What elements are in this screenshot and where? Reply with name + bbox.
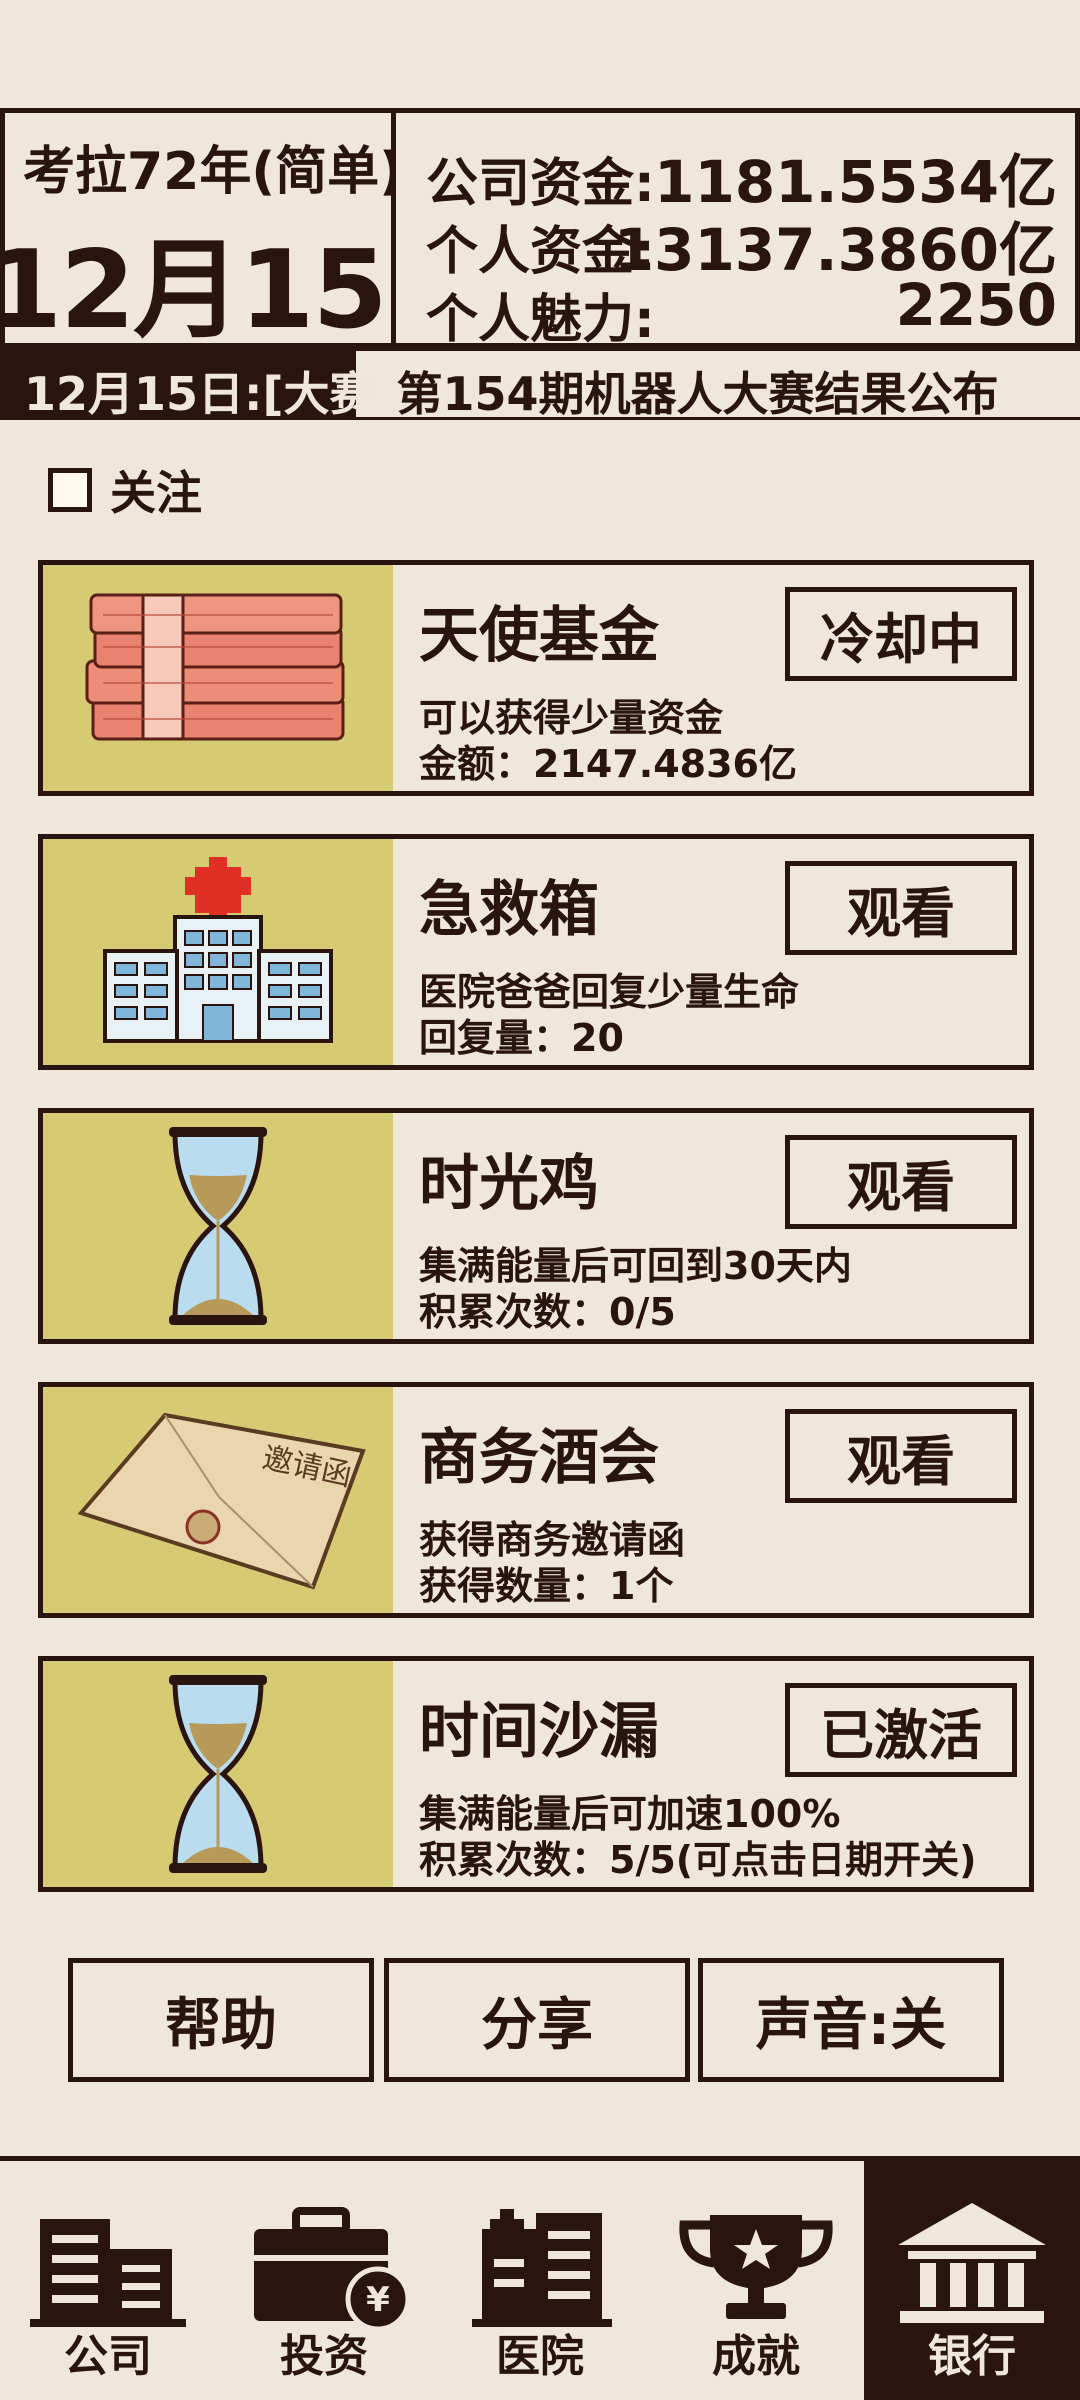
card-time-hourglass: 时间沙漏 集满能量后可加速100% 积累次数：5/5(可点击日期开关) 已激活 bbox=[38, 1656, 1034, 1892]
funds-panel: 公司资金: 1181.5534亿 个人资金: 13137.3860亿 个人魅力:… bbox=[392, 108, 1080, 350]
card-title: 天使基金 bbox=[419, 601, 659, 671]
personal-funds-row: 个人资金: 13137.3860亿 bbox=[426, 203, 1057, 284]
tab-company[interactable]: 公司 bbox=[0, 2161, 216, 2400]
card-desc-line: 集满能量后可回到30天内 bbox=[419, 1244, 852, 1288]
card-desc-line: 积累次数：0/5 bbox=[419, 1290, 676, 1334]
card-business-reception: 邀请函 商务酒会 获得商务邀请函 获得数量：1个 观看 bbox=[38, 1382, 1034, 1618]
ticker-tag: [大赛] bbox=[262, 367, 397, 420]
cooldown-button[interactable]: 冷却中 bbox=[785, 587, 1017, 681]
trophy-icon bbox=[648, 2189, 864, 2339]
ticker-date: 12月15日: bbox=[24, 367, 263, 420]
tab-hospital[interactable]: 医院 bbox=[432, 2161, 648, 2400]
card-time-chicken: 时光鸡 集满能量后可回到30天内 积累次数：0/5 观看 bbox=[38, 1108, 1034, 1344]
tab-label: 成就 bbox=[712, 2331, 800, 2382]
card-desc-line: 金额：2147.4836亿 bbox=[419, 742, 797, 786]
tab-label: 医院 bbox=[496, 2331, 584, 2382]
watch-button[interactable]: 观看 bbox=[785, 1409, 1017, 1503]
card-first-aid: 急救箱 医院爸爸回复少量生命 回复量：20 观看 bbox=[38, 834, 1034, 1070]
hospital-building-icon bbox=[432, 2189, 648, 2339]
tab-label: 投资 bbox=[280, 2331, 368, 2382]
date-panel[interactable]: 考拉72年(简单) 12月15日 bbox=[0, 108, 396, 348]
bank-icon bbox=[864, 2189, 1080, 2339]
card-description: 获得商务邀请函 获得数量：1个 bbox=[419, 1517, 685, 1609]
tab-achievement[interactable]: 成就 bbox=[648, 2161, 864, 2400]
hourglass-icon bbox=[43, 1113, 393, 1339]
ticker-text: 12月15日:[大赛]第154期机器人大赛结果公布 bbox=[24, 358, 999, 420]
card-description: 集满能量后可加速100% 积累次数：5/5(可点击日期开关) bbox=[419, 1791, 977, 1883]
card-desc-line: 可以获得少量资金 bbox=[419, 696, 724, 740]
card-description: 可以获得少量资金 金额：2147.4836亿 bbox=[419, 695, 797, 787]
follow-toggle[interactable]: 关注 bbox=[48, 462, 202, 520]
share-button[interactable]: 分享 bbox=[384, 1958, 690, 2082]
tab-label: 银行 bbox=[928, 2331, 1016, 2382]
card-title: 急救箱 bbox=[419, 875, 599, 945]
follow-label: 关注 bbox=[110, 466, 202, 520]
watch-button[interactable]: 观看 bbox=[785, 1135, 1017, 1229]
briefcase-icon: ¥ bbox=[216, 2189, 432, 2339]
card-desc-line: 积累次数：5/5(可点击日期开关) bbox=[419, 1838, 977, 1882]
card-desc-line: 获得商务邀请函 bbox=[419, 1518, 686, 1562]
tab-bank[interactable]: 银行 bbox=[864, 2161, 1080, 2400]
follow-checkbox[interactable] bbox=[48, 468, 92, 512]
charm-value: 2250 bbox=[895, 271, 1057, 339]
help-button[interactable]: 帮助 bbox=[68, 1958, 374, 2082]
company-funds-row: 公司资金: 1181.5534亿 bbox=[426, 135, 1057, 216]
news-ticker[interactable]: 12月15日:[大赛]第154期机器人大赛结果公布 bbox=[0, 348, 1080, 420]
card-desc-line: 集满能量后可加速100% bbox=[419, 1792, 841, 1836]
card-desc-line: 回复量：20 bbox=[419, 1016, 624, 1060]
game-year-label: 考拉72年(简单) bbox=[23, 142, 396, 202]
current-date[interactable]: 12月15日 bbox=[5, 203, 391, 343]
tab-label: 公司 bbox=[64, 2331, 152, 2382]
hourglass-icon bbox=[43, 1661, 393, 1887]
card-title: 商务酒会 bbox=[419, 1423, 659, 1493]
building-icon bbox=[0, 2189, 216, 2339]
money-stack-icon bbox=[43, 565, 393, 791]
invitation-letter-icon: 邀请函 bbox=[43, 1387, 393, 1613]
watch-button[interactable]: 观看 bbox=[785, 861, 1017, 955]
svg-text:¥: ¥ bbox=[366, 2280, 390, 2320]
sound-toggle-button[interactable]: 声音:关 bbox=[698, 1958, 1004, 2082]
hospital-icon bbox=[43, 839, 393, 1065]
card-angel-fund: 天使基金 可以获得少量资金 金额：2147.4836亿 冷却中 bbox=[38, 560, 1034, 796]
card-title: 时光鸡 bbox=[419, 1149, 599, 1219]
card-desc-line: 医院爸爸回复少量生命 bbox=[419, 970, 800, 1014]
charm-row: 个人魅力: 2250 bbox=[426, 271, 1057, 350]
card-description: 集满能量后可回到30天内 积累次数：0/5 bbox=[419, 1243, 852, 1335]
bottom-tab-bar: 公司 ¥ 投资 医院 成就 银行 bbox=[0, 2156, 1080, 2400]
activated-button[interactable]: 已激活 bbox=[785, 1683, 1017, 1777]
card-desc-line: 获得数量：1个 bbox=[419, 1564, 674, 1608]
tab-invest[interactable]: ¥ 投资 bbox=[216, 2161, 432, 2400]
card-title: 时间沙漏 bbox=[419, 1697, 659, 1767]
charm-label: 个人魅力: bbox=[426, 290, 655, 350]
card-description: 医院爸爸回复少量生命 回复量：20 bbox=[419, 969, 799, 1061]
ticker-headline: 第154期机器人大赛结果公布 bbox=[396, 367, 999, 420]
